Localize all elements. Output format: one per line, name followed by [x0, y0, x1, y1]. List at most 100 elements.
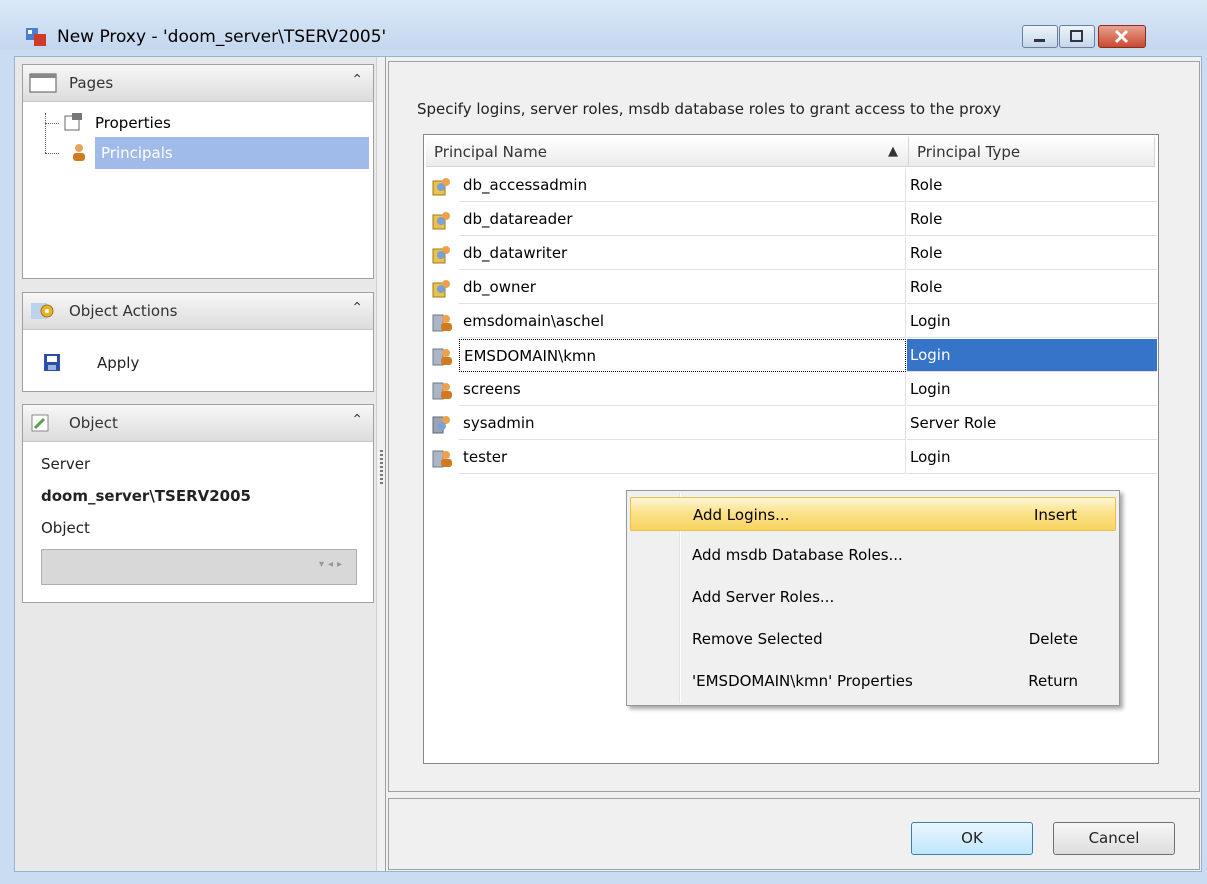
cancel-button[interactable]: Cancel — [1053, 822, 1175, 855]
server-role-icon — [432, 416, 450, 434]
menu-item-shortcut: Delete — [1028, 630, 1078, 648]
login-icon — [432, 314, 452, 332]
role-icon — [432, 246, 450, 264]
menu-item-add-logins[interactable]: Add Logins... Insert — [630, 497, 1116, 531]
table-row-selected[interactable]: EMSDOMAIN\kmn Login — [426, 339, 1157, 373]
table-row[interactable]: tester Login — [426, 441, 1157, 475]
table-row[interactable]: emsdomain\aschel Login — [426, 305, 1157, 339]
login-icon — [432, 450, 452, 468]
cell-principal-type: Role — [907, 271, 1157, 304]
object-actions-header[interactable]: Object Actions ⌃ — [23, 293, 373, 330]
proxy-window: New Proxy - 'doom_server\TSERV2005' Page… — [0, 0, 1207, 884]
pages-panel-header[interactable]: Pages ⌃ — [23, 65, 373, 102]
menu-item-label: Add Server Roles... — [692, 588, 835, 606]
role-icon — [432, 212, 450, 230]
cell-principal-name: db_owner — [459, 271, 906, 304]
tree-line — [45, 123, 59, 124]
maximize-button[interactable] — [1059, 25, 1095, 48]
collapse-icon[interactable]: ⌃ — [351, 412, 363, 428]
properties-icon — [64, 113, 82, 131]
pages-icon — [29, 73, 57, 93]
column-principal-type[interactable]: Principal Type — [909, 137, 1155, 167]
object-panel: Object ⌃ Server doom_server\TSERV2005 Ob… — [22, 404, 374, 603]
table-row[interactable]: db_datareader Role — [426, 203, 1157, 237]
cell-principal-type: Login — [907, 373, 1157, 406]
splitter-grip[interactable] — [380, 450, 383, 484]
server-label: Server — [41, 455, 91, 473]
pane-splitter[interactable] — [376, 57, 386, 871]
gear-icon — [31, 303, 54, 319]
column-principal-name[interactable]: Principal Name ▲ — [426, 137, 909, 167]
left-pane: Pages ⌃ Properties Principals Object Act… — [15, 57, 376, 871]
table-row[interactable]: screens Login — [426, 373, 1157, 407]
tree-line — [45, 153, 59, 154]
maximize-icon — [1070, 30, 1083, 42]
cell-principal-name: emsdomain\aschel — [459, 305, 906, 338]
cell-principal-type: Role — [907, 203, 1157, 236]
column-label: Principal Name — [434, 143, 547, 161]
object-label: Object — [41, 519, 90, 537]
login-icon — [432, 382, 452, 400]
cell-principal-name: screens — [459, 373, 906, 406]
table-row[interactable]: db_owner Role — [426, 271, 1157, 305]
object-icon — [31, 414, 49, 432]
object-actions-title: Object Actions — [69, 302, 178, 320]
cell-principal-type: Role — [907, 169, 1157, 202]
dialog-client: Pages ⌃ Properties Principals Object Act… — [14, 56, 1202, 872]
cell-principal-type: Login — [907, 441, 1157, 474]
table-row[interactable]: db_datawriter Role — [426, 237, 1157, 271]
minimize-button[interactable] — [1022, 25, 1058, 48]
page-item-label: Principals — [101, 144, 173, 162]
menu-item-label: Add Logins... — [693, 506, 790, 524]
menu-item-label: 'EMSDOMAIN\kmn' Properties — [692, 672, 913, 690]
close-button[interactable] — [1098, 25, 1146, 48]
menu-item-properties[interactable]: 'EMSDOMAIN\kmn' Properties Return — [630, 664, 1116, 698]
table-row[interactable]: db_accessadmin Role — [426, 169, 1157, 203]
menu-item-remove-selected[interactable]: Remove Selected Delete — [630, 622, 1116, 656]
minimize-icon — [1034, 39, 1045, 42]
cell-principal-name: db_accessadmin — [459, 169, 906, 202]
context-menu: Add Logins... Insert Add msdb Database R… — [626, 490, 1120, 706]
pages-panel-title: Pages — [69, 74, 114, 92]
column-label: Principal Type — [917, 143, 1021, 161]
page-item-principals[interactable]: Principals — [73, 137, 369, 169]
cell-principal-type: Login — [907, 305, 1157, 338]
save-icon — [44, 354, 60, 371]
apply-label: Apply — [97, 354, 140, 372]
login-icon — [432, 348, 452, 366]
table-row[interactable]: sysadmin Server Role — [426, 407, 1157, 441]
proxy-app-icon — [26, 28, 46, 46]
button-bar: OK Cancel — [388, 798, 1200, 870]
ok-button[interactable]: OK — [911, 822, 1033, 855]
instruction-text: Specify logins, server roles, msdb datab… — [417, 100, 1002, 118]
page-item-label: Properties — [95, 114, 171, 132]
menu-item-shortcut: Insert — [1033, 506, 1077, 524]
cell-principal-name: sysadmin — [459, 407, 906, 440]
window-title: New Proxy - 'doom_server\TSERV2005' — [57, 27, 387, 47]
cell-principal-name: tester — [459, 441, 906, 474]
cell-principal-name: EMSDOMAIN\kmn — [459, 339, 906, 372]
role-icon — [432, 178, 450, 196]
menu-item-label: Remove Selected — [692, 630, 823, 648]
cell-principal-name: db_datawriter — [459, 237, 906, 270]
collapse-icon[interactable]: ⌃ — [351, 72, 363, 88]
collapse-icon[interactable]: ⌃ — [351, 300, 363, 316]
tree-line — [45, 113, 46, 153]
combo-arrows-icon: ▾◂▸ — [318, 559, 346, 570]
server-value: doom_server\TSERV2005 — [41, 487, 251, 505]
pages-panel: Pages ⌃ Properties Principals — [22, 64, 374, 279]
cell-principal-type: Login — [907, 339, 1157, 372]
menu-item-add-msdb-roles[interactable]: Add msdb Database Roles... — [630, 538, 1116, 572]
object-actions-panel: Object Actions ⌃ Apply — [22, 292, 374, 392]
menu-item-add-server-roles[interactable]: Add Server Roles... — [630, 580, 1116, 614]
object-panel-header[interactable]: Object ⌃ — [23, 405, 373, 442]
cell-principal-type: Server Role — [907, 407, 1157, 440]
title-bar[interactable]: New Proxy - 'doom_server\TSERV2005' — [0, 0, 1207, 50]
cell-principal-name: db_datareader — [459, 203, 906, 236]
page-item-properties[interactable]: Properties — [64, 107, 177, 139]
close-icon — [1114, 29, 1129, 44]
role-icon — [432, 280, 450, 298]
user-icon — [73, 144, 85, 161]
sort-ascending-icon: ▲ — [888, 144, 898, 159]
object-selector[interactable]: ▾◂▸ — [41, 549, 357, 585]
